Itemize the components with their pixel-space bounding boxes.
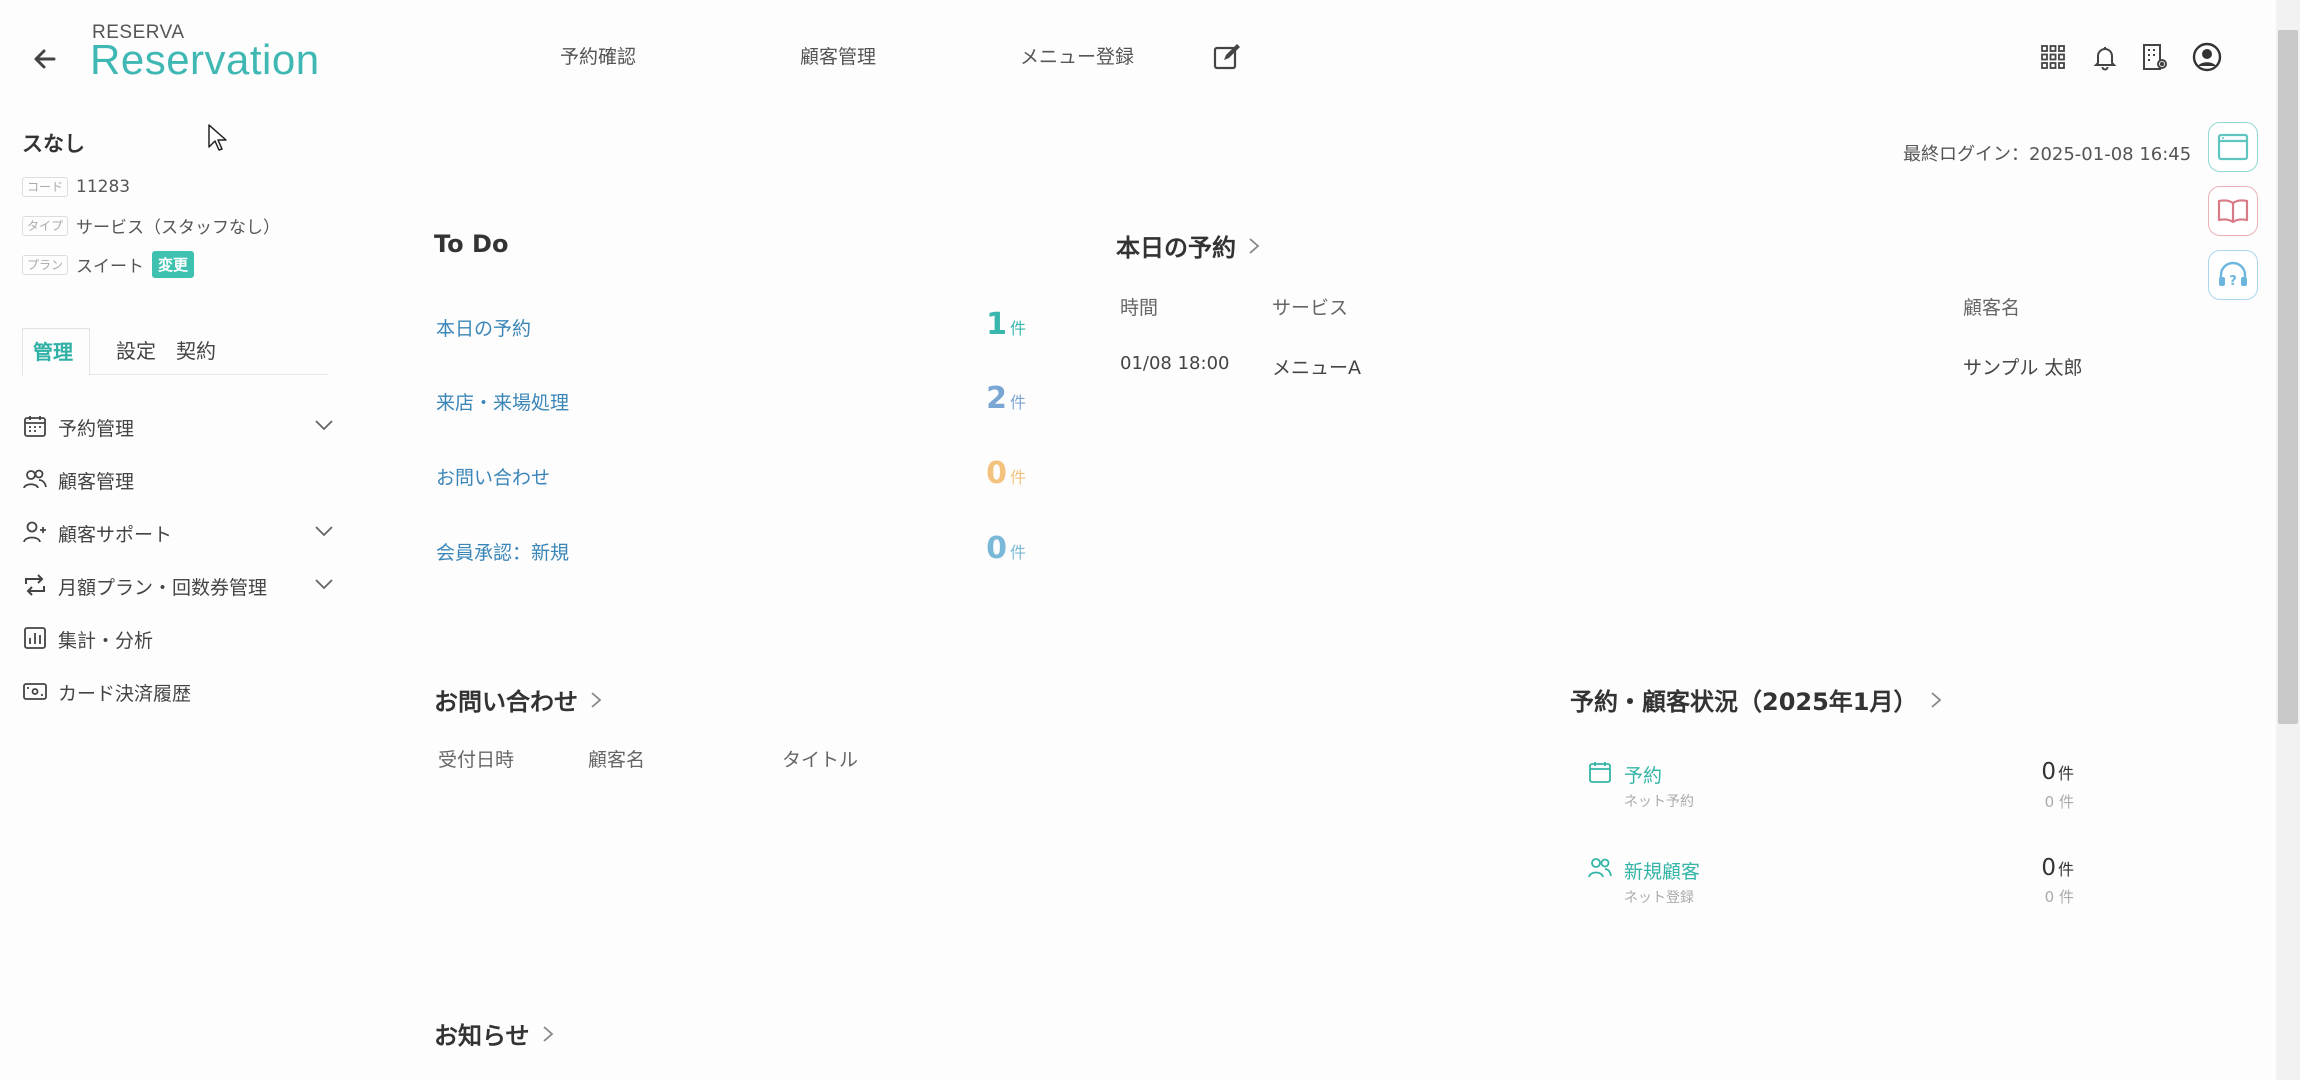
status-title: 予約・顧客状況（2025年1月） xyxy=(1570,688,1918,716)
sidebar-item-label: 顧客管理 xyxy=(58,471,135,493)
nav-reservation-check[interactable]: 予約確認 xyxy=(560,42,636,69)
edit-icon[interactable] xyxy=(1212,42,1242,72)
logo-main-text[interactable]: Reservation xyxy=(90,36,320,84)
scrollbar-thumb[interactable] xyxy=(2278,30,2298,724)
todo-item-visit-processing[interactable]: 来店・来場処理 xyxy=(436,388,569,415)
users-icon xyxy=(22,466,48,492)
repeat-icon xyxy=(22,572,48,598)
todo-item-inquiries[interactable]: お問い合わせ xyxy=(436,463,550,490)
chevron-right-icon xyxy=(542,1025,553,1042)
sidebar-item-subscription-management[interactable]: 月額プラン・回数券管理 xyxy=(22,569,340,601)
business-plan-row: プラン スイート 変更 xyxy=(22,251,195,278)
support-button[interactable]: ? xyxy=(2208,250,2258,300)
manual-book-button[interactable] xyxy=(2208,186,2258,236)
plan-tag: プラン xyxy=(22,254,69,275)
sidebar-item-label: カード決済履歴 xyxy=(58,683,192,705)
today-reservations-title-row[interactable]: 本日の予約 xyxy=(1116,228,1262,263)
last-login-text: 最終ログイン：2025-01-08 16:45 xyxy=(1903,144,2192,165)
status-reservations-value: 0件 xyxy=(2041,759,2074,785)
todo-title: To Do xyxy=(434,230,509,258)
business-code: 11283 xyxy=(76,177,131,197)
sidebar-item-label: 月額プラン・回数券管理 xyxy=(58,577,268,599)
calendar-icon xyxy=(22,413,48,439)
status-new-customers-value: 0件 xyxy=(2041,855,2074,881)
sidebar-item-label: 顧客サポート xyxy=(58,524,173,546)
apps-grid-icon[interactable] xyxy=(2038,42,2068,72)
code-tag: コード xyxy=(22,177,69,197)
col-header-customer: 顧客名 xyxy=(1963,297,2021,319)
todo-count-approval: 0件 xyxy=(986,531,1026,566)
book-icon xyxy=(2217,199,2249,224)
business-code-row: コード 11283 xyxy=(22,177,130,197)
building-settings-icon[interactable] xyxy=(2140,42,2170,72)
today-reservations-title: 本日の予約 xyxy=(1116,234,1236,262)
plan-change-button[interactable]: 変更 xyxy=(152,251,195,278)
reservation-service[interactable]: メニューA xyxy=(1272,353,1361,380)
sidebar-item-label: 集計・分析 xyxy=(58,630,154,652)
todo-count-visit: 2件 xyxy=(986,381,1026,416)
bell-icon[interactable] xyxy=(2090,42,2120,72)
status-new-customers-sub: ネット登録 xyxy=(1624,890,1694,906)
business-name: スなし xyxy=(22,132,85,156)
sidebar-item-customer-support[interactable]: 顧客サポート xyxy=(22,516,340,548)
news-title: お知らせ xyxy=(434,1022,530,1050)
chevron-right-icon xyxy=(1249,237,1260,254)
headset-help-icon: ? xyxy=(2219,261,2247,289)
col-header-received-date: 受付日時 xyxy=(438,749,515,771)
todo-item-today-reservations[interactable]: 本日の予約 xyxy=(436,314,531,341)
reservation-time[interactable]: 01/08 18:00 xyxy=(1120,353,1229,374)
todo-count-today: 1件 xyxy=(986,307,1026,342)
calendar-icon xyxy=(1588,760,1612,784)
col-header-title: タイトル xyxy=(782,749,859,771)
chevron-down-icon[interactable] xyxy=(314,524,334,538)
mouse-cursor-icon xyxy=(207,123,227,153)
sidebar-tabs: 管理 設定 契約 xyxy=(22,328,328,377)
back-arrow-icon[interactable] xyxy=(28,42,62,76)
business-plan: スイート xyxy=(76,257,145,277)
tab-contract[interactable]: 契約 xyxy=(166,328,226,374)
browser-window-button[interactable] xyxy=(2208,122,2258,172)
status-new-customers-label[interactable]: 新規顧客 xyxy=(1624,857,1700,884)
sidebar-item-card-payment-history[interactable]: カード決済履歴 xyxy=(22,675,340,707)
status-reservations-label[interactable]: 予約 xyxy=(1624,761,1662,788)
status-reservations-sub: ネット予約 xyxy=(1624,794,1694,810)
news-title-row[interactable]: お知らせ xyxy=(434,1016,556,1051)
col-header-time: 時間 xyxy=(1120,297,1159,319)
users-icon xyxy=(1587,857,1613,879)
type-tag: タイプ xyxy=(22,215,69,236)
nav-customer-management[interactable]: 顧客管理 xyxy=(800,42,876,69)
business-type: サービス（スタッフなし） xyxy=(76,218,281,238)
tab-settings[interactable]: 設定 xyxy=(106,328,166,374)
reservation-customer[interactable]: サンプル 太郎 xyxy=(1963,353,2082,380)
sidebar-item-label: 予約管理 xyxy=(58,418,135,440)
user-plus-icon xyxy=(22,519,48,545)
browser-window-icon xyxy=(2217,133,2249,161)
chevron-down-icon[interactable] xyxy=(314,418,334,432)
credit-card-icon xyxy=(22,678,48,704)
sidebar-item-reservation-management[interactable]: 予約管理 xyxy=(22,410,340,442)
bar-chart-icon xyxy=(22,625,48,651)
sidebar-item-customer-management[interactable]: 顧客管理 xyxy=(22,463,340,495)
status-new-customers-subvalue: 0 件 xyxy=(2044,888,2074,906)
sidebar-item-analytics[interactable]: 集計・分析 xyxy=(22,622,340,654)
status-reservations-subvalue: 0 件 xyxy=(2044,793,2074,811)
todo-item-member-approval[interactable]: 会員承認：新規 xyxy=(436,538,569,565)
nav-menu-registration[interactable]: メニュー登録 xyxy=(1020,42,1134,69)
todo-count-inquiries: 0件 xyxy=(986,456,1026,491)
status-title-row[interactable]: 予約・顧客状況（2025年1月） xyxy=(1570,682,1944,717)
chevron-right-icon xyxy=(1930,691,1941,708)
svg-text:?: ? xyxy=(2229,274,2237,289)
col-header-service: サービス xyxy=(1272,297,1349,319)
business-type-row: タイプ サービス（スタッフなし） xyxy=(22,213,280,238)
chevron-down-icon[interactable] xyxy=(314,577,334,591)
inquiries-title-row[interactable]: お問い合わせ xyxy=(434,682,604,717)
inquiries-title: お問い合わせ xyxy=(434,688,578,716)
col-header-customer-name: 顧客名 xyxy=(588,749,646,771)
chevron-right-icon xyxy=(591,691,602,708)
tab-management[interactable]: 管理 xyxy=(22,328,90,377)
user-avatar-icon[interactable] xyxy=(2192,42,2222,72)
todo-section-title: To Do xyxy=(434,230,508,258)
